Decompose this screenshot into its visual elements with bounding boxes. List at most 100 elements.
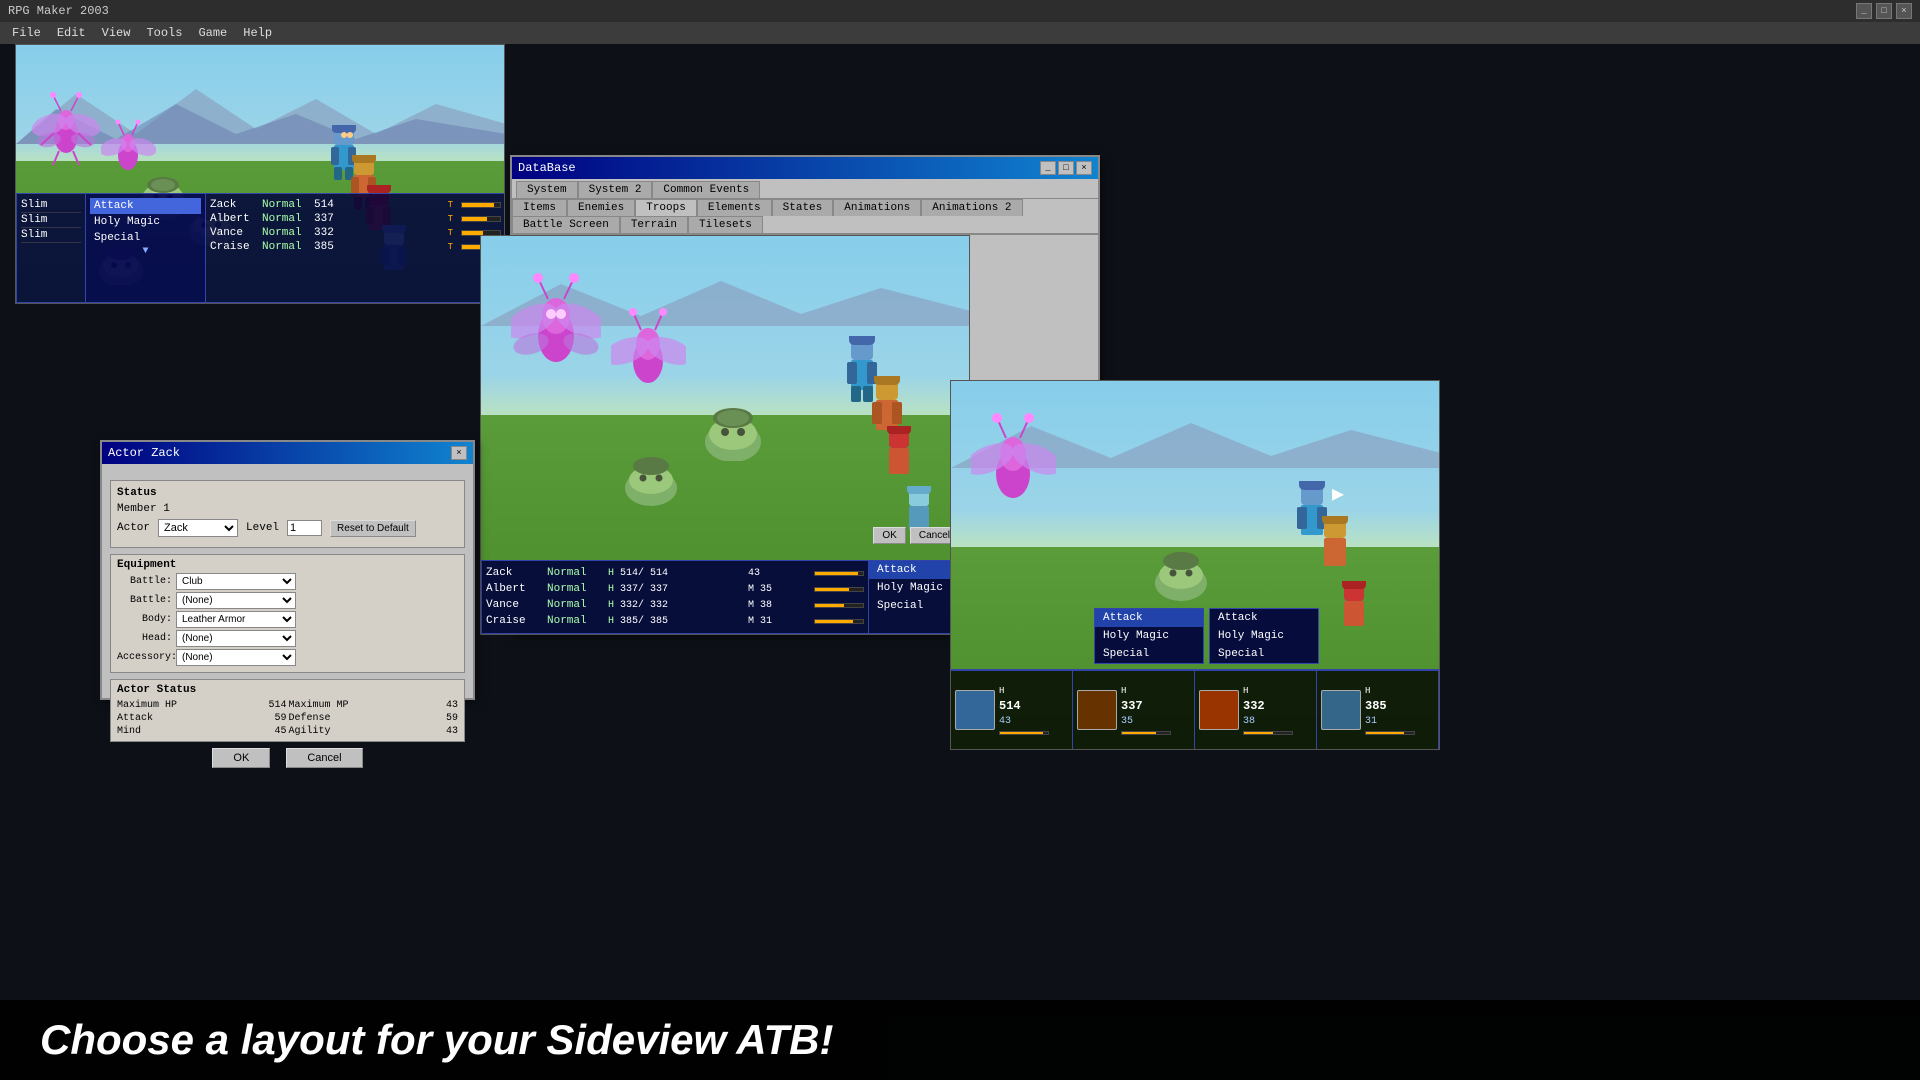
equip-head-select[interactable]: (None)	[176, 630, 296, 647]
sub-action-attack[interactable]: Attack	[1095, 609, 1203, 627]
menu-file[interactable]: File	[4, 24, 49, 42]
tab-system2[interactable]: System 2	[578, 181, 653, 198]
stat-defense: Defense 59	[289, 713, 459, 724]
bsr-mp-craise: M 31	[748, 616, 808, 627]
portrait-vance: H 332 38	[1195, 671, 1317, 749]
maximize-btn[interactable]: □	[1876, 3, 1892, 19]
stat-mind-value: 45	[274, 726, 286, 737]
db-close[interactable]: ×	[1076, 161, 1092, 175]
party-name-albert: Albert	[210, 213, 258, 225]
minimize-btn[interactable]: _	[1856, 3, 1872, 19]
sub-action-holy-magic[interactable]: Holy Magic	[1095, 627, 1203, 645]
equip-slot-battle2: Battle:	[117, 595, 172, 606]
portrait-hp-albert: 337	[1121, 698, 1171, 715]
tab-animations[interactable]: Animations	[833, 199, 921, 216]
tab-common-events[interactable]: Common Events	[652, 181, 760, 198]
tab-items[interactable]: Items	[512, 199, 567, 216]
portrait-stats-zack: H 514 43	[999, 685, 1049, 734]
equip-battle2-select[interactable]: (None)	[176, 592, 296, 609]
db-title: DataBase	[518, 161, 576, 175]
tab-animations2[interactable]: Animations 2	[921, 199, 1022, 216]
db-tabs: Items Enemies Troops Elements States Ani…	[512, 199, 1098, 235]
atb-container-craise-2	[814, 619, 864, 624]
h-label-vance: H	[608, 600, 614, 611]
tab-states[interactable]: States	[772, 199, 834, 216]
battle-ok[interactable]: OK	[873, 527, 905, 544]
scroll-down-arrow[interactable]: ▼	[90, 246, 201, 257]
battle-ui-1: Slim Slim Slim Attack Holy Magic Special…	[16, 193, 505, 303]
tab-battle-screen[interactable]: Battle Screen	[512, 216, 620, 233]
title-bar: RPG Maker 2003 _ □ ×	[0, 0, 1920, 22]
sub-action-special[interactable]: Special	[1095, 645, 1203, 663]
portrait-mp-craise: 31	[1365, 715, 1415, 729]
menu-edit[interactable]: Edit	[49, 24, 94, 42]
atb-bar-container-zack	[461, 202, 501, 208]
main-action-holy-magic[interactable]: Holy Magic	[1210, 627, 1318, 645]
h-label-albert: H	[608, 584, 614, 595]
action-panel-main[interactable]: Attack Holy Magic Special	[1209, 608, 1319, 664]
actor-editor-content: Status Member 1 Actor Zack Albert Vance …	[102, 464, 473, 776]
actor-editor-title: Actor Zack ×	[102, 442, 473, 464]
level-input[interactable]	[287, 520, 322, 536]
atb-fill-zack-2	[815, 572, 858, 575]
menu-help[interactable]: Help	[235, 24, 280, 42]
hero-albert-3	[1316, 516, 1354, 581]
db-minimize[interactable]: _	[1040, 161, 1056, 175]
stat-attack: Attack 59	[117, 713, 287, 724]
skill-attack[interactable]: Attack	[90, 198, 201, 214]
actor-editor-close[interactable]: ×	[451, 446, 467, 460]
close-btn[interactable]: ×	[1896, 3, 1912, 19]
menu-view[interactable]: View	[94, 24, 139, 42]
actor-cancel-btn[interactable]: Cancel	[286, 748, 362, 768]
skill-holy-magic[interactable]: Holy Magic	[90, 214, 201, 230]
stat-maxmp-value: 43	[446, 700, 458, 711]
h-label-craise: H	[608, 616, 614, 627]
party-status-zack: Normal	[262, 199, 310, 211]
tab-enemies[interactable]: Enemies	[567, 199, 635, 216]
tab-elements[interactable]: Elements	[697, 199, 772, 216]
portrait-atb-craise	[1365, 731, 1415, 735]
reset-to-default-btn[interactable]: Reset to Default	[330, 520, 416, 537]
atb-label-craise: T	[448, 242, 453, 252]
actor-editor-controls: ×	[451, 446, 467, 460]
enemy-name-3: Slim	[21, 228, 81, 243]
action-panel-sub[interactable]: Attack Holy Magic Special	[1094, 608, 1204, 664]
db-maximize[interactable]: □	[1058, 161, 1074, 175]
battle-cursor: ▶	[1332, 481, 1344, 507]
fairy-large-2	[611, 296, 686, 406]
tab-system[interactable]: System	[516, 181, 578, 198]
stat-agility-label: Agility	[289, 726, 331, 737]
portrait-h-albert: H	[1121, 685, 1171, 698]
member-label: Member 1	[117, 503, 170, 515]
actor-ok-btn[interactable]: OK	[212, 748, 270, 768]
portrait-mp-albert: 35	[1121, 715, 1171, 729]
tab-tilesets[interactable]: Tilesets	[688, 216, 763, 233]
actor-select[interactable]: Zack Albert Vance Craise	[158, 519, 238, 537]
equip-row-body: Body: Leather Armor	[117, 611, 458, 628]
fairy-large-3	[971, 396, 1056, 521]
portrait-hp-zack: 514	[999, 698, 1049, 715]
equip-battle1-select[interactable]: Club	[176, 573, 296, 590]
portrait-albert: H 337 35	[1073, 671, 1195, 749]
main-action-special[interactable]: Special	[1210, 645, 1318, 663]
equip-body-select[interactable]: Leather Armor	[176, 611, 296, 628]
skill-panel[interactable]: Attack Holy Magic Special ▼	[86, 193, 206, 303]
actor-editor-window: Actor Zack × Status Member 1 Actor Zack …	[100, 440, 475, 700]
portrait-atb-vance	[1243, 731, 1293, 735]
stat-defense-label: Defense	[289, 713, 331, 724]
battle-screenshot-1: Slim Slim Slim Attack Holy Magic Special…	[15, 44, 505, 304]
stat-mind: Mind 45	[117, 726, 287, 737]
slime-large-2	[621, 456, 681, 506]
equip-accessory-select[interactable]: (None)	[176, 649, 296, 666]
bsr-status-vance: Normal	[547, 599, 602, 611]
tab-terrain[interactable]: Terrain	[620, 216, 688, 233]
main-action-attack[interactable]: Attack	[1210, 609, 1318, 627]
skill-special[interactable]: Special	[90, 230, 201, 246]
menu-tools[interactable]: Tools	[138, 24, 190, 42]
menu-game[interactable]: Game	[190, 24, 235, 42]
portrait-atb-fill-albert	[1122, 732, 1156, 734]
h-label-zack: H	[608, 568, 614, 579]
equip-title: Equipment	[117, 559, 458, 571]
portrait-stats-albert: H 337 35	[1121, 685, 1171, 734]
actor-status-title: Actor Status	[117, 684, 458, 696]
